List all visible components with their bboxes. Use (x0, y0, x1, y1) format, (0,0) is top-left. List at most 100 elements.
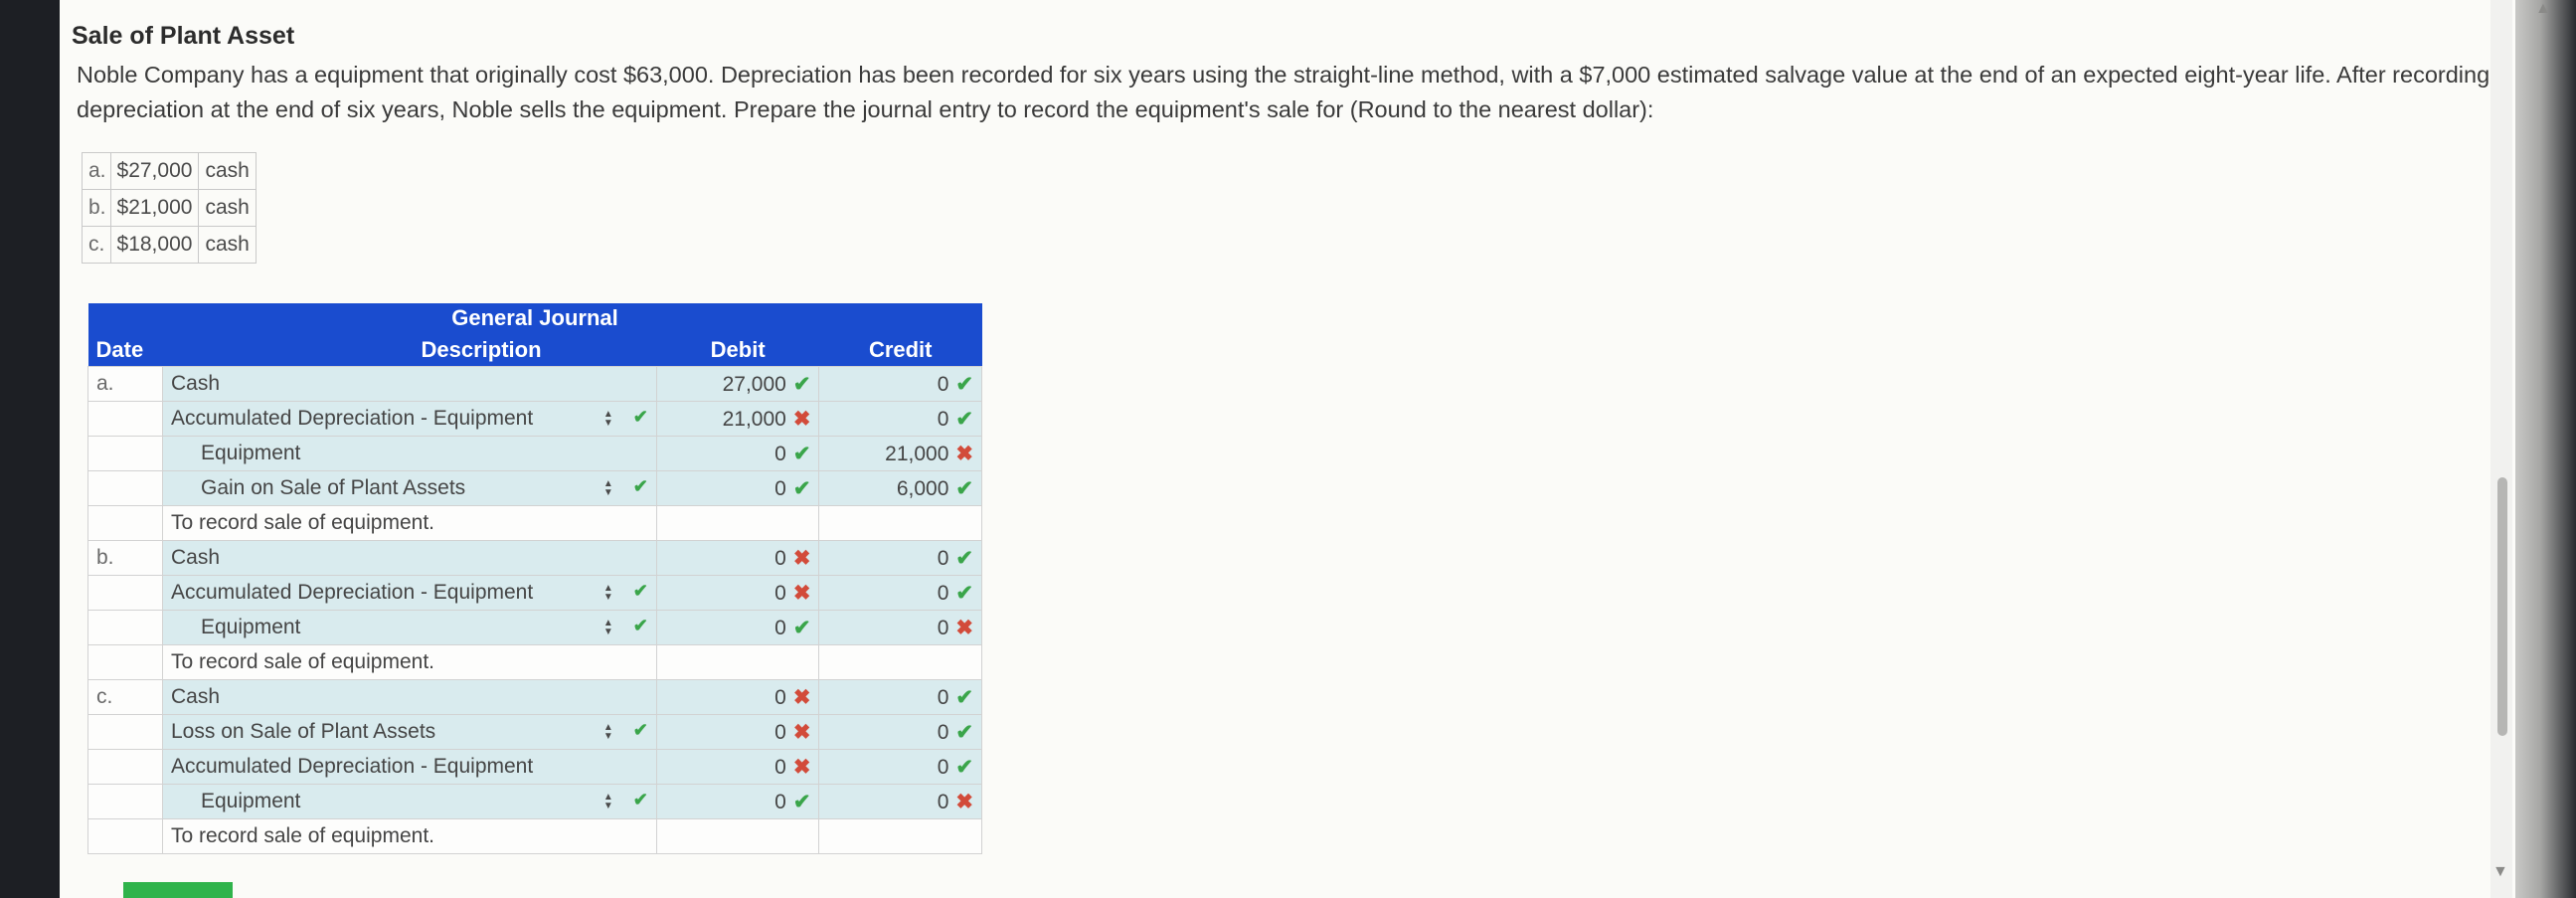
option-row: a. $27,000 cash (82, 152, 257, 190)
journal-row: c. Cash 0 ✖ 0 ✔ (87, 679, 982, 715)
account-select[interactable]: Accumulated Depreciation - Equipment (162, 749, 657, 785)
up-down-arrows-icon[interactable]: ▲ ▼ (602, 583, 613, 603)
credit-cell[interactable] (818, 818, 982, 854)
debit-cell[interactable]: 0 ✖ (655, 714, 820, 750)
up-down-arrows-icon[interactable]: ▲ ▼ (603, 478, 613, 497)
check-icon: ✔ (632, 476, 648, 496)
cross-icon: ✖ (792, 685, 811, 709)
credit-cell[interactable]: 6,000 ✔ (818, 470, 982, 506)
account-select[interactable]: ▲ ▼ ✔ Accumulated Depreciation - Equipment (162, 401, 657, 437)
options-table: a. $27,000 cash b. $21,000 cash c. $18,000 cash (82, 152, 257, 264)
check-icon: ✔ (955, 581, 973, 605)
memo-field[interactable]: To record sale of equipment. (162, 818, 657, 854)
account-select[interactable]: Cash (162, 540, 657, 576)
account-controls: ▲ ▼ ✔ (603, 581, 648, 602)
option-amount: $27,000 (109, 152, 200, 190)
journal-row: b. Cash 0 ✖ 0 ✔ (87, 540, 982, 576)
check-icon: ✔ (632, 720, 648, 740)
scrollbar-thumb[interactable] (2497, 477, 2507, 736)
caret-down-icon: ▼ (602, 591, 613, 603)
check-icon: ✔ (632, 790, 648, 809)
account-name: Equipment (201, 616, 301, 638)
debit-cell[interactable]: 21,000 ✖ (655, 401, 820, 437)
check-icon: ✔ (792, 442, 811, 465)
account-select[interactable]: ▲ ▼ ✔ Accumulated Depreciation - Equipment (162, 575, 657, 611)
account-select[interactable]: Cash (162, 679, 657, 715)
account-name: Accumulated Depreciation - Equipment (171, 407, 534, 430)
debit-cell[interactable]: 0 ✖ (655, 749, 820, 785)
account-select[interactable]: ▲ ▼ ✔ Equipment (162, 784, 657, 819)
debit-cell[interactable] (655, 505, 820, 541)
debit-cell[interactable]: 0 ✖ (655, 679, 820, 715)
debit-value: 21,000 (722, 407, 786, 431)
credit-cell[interactable]: 0 ✔ (818, 575, 982, 611)
memo-field[interactable]: To record sale of equipment. (162, 644, 657, 680)
credit-value: 0 (937, 720, 949, 744)
debit-cell[interactable] (655, 644, 820, 680)
submit-button[interactable] (123, 882, 233, 898)
account-name: Equipment (201, 790, 301, 812)
journal-row: Accumulated Depreciation - Equipment 0 ✖ 0 ✔ (87, 749, 982, 785)
debit-value: 0 (774, 755, 786, 779)
scroll-down-icon[interactable]: ▼ (2492, 863, 2508, 881)
credit-cell[interactable]: 0 ✖ (818, 610, 982, 645)
check-icon: ✔ (955, 755, 973, 779)
debit-value: 0 (774, 546, 786, 570)
debit-cell[interactable]: 0 ✖ (655, 540, 820, 576)
credit-cell[interactable]: 0 ✔ (818, 540, 982, 576)
up-down-arrows-icon[interactable]: ▲ ▼ (602, 722, 613, 742)
credit-cell[interactable] (818, 505, 982, 541)
credit-value: 6,000 (896, 476, 949, 500)
caret-down-icon: ▼ (602, 730, 613, 742)
journal-row: a. Cash 27,000 ✔ 0 ✔ (87, 366, 982, 402)
debit-cell[interactable]: 0 ✖ (655, 575, 820, 611)
credit-cell[interactable]: 0 ✖ (818, 784, 982, 819)
col-debit-header: Debit (656, 333, 819, 367)
credit-cell[interactable]: 21,000 ✖ (818, 436, 982, 471)
check-icon: ✔ (632, 581, 648, 601)
credit-cell[interactable]: 0 ✔ (818, 366, 982, 402)
option-letter: a. (82, 152, 111, 190)
debit-cell[interactable]: 0 ✔ (655, 784, 820, 819)
row-date (87, 784, 163, 819)
row-date (87, 505, 163, 541)
debit-value: 27,000 (722, 372, 786, 396)
account-name: Accumulated Depreciation - Equipment (171, 581, 534, 604)
account-select[interactable]: ▲ ▼ ✔ Loss on Sale of Plant Assets (162, 714, 657, 750)
account-select[interactable]: ▲ ▼ ✔ Equipment (162, 610, 657, 645)
scroll-up-icon[interactable]: ▲ (2535, 0, 2551, 18)
cross-icon: ✖ (792, 581, 811, 605)
check-icon: ✔ (632, 616, 648, 635)
credit-cell[interactable]: 0 ✔ (818, 679, 982, 715)
row-date (87, 610, 163, 645)
account-select[interactable]: Equipment (162, 436, 657, 471)
credit-cell[interactable] (818, 644, 982, 680)
debit-cell[interactable]: 0 ✔ (655, 436, 820, 471)
debit-cell[interactable] (655, 818, 820, 854)
debit-cell[interactable]: 27,000 ✔ (655, 366, 820, 402)
check-icon: ✔ (792, 616, 811, 639)
memo-field[interactable]: To record sale of equipment. (162, 505, 657, 541)
credit-cell[interactable]: 0 ✔ (818, 749, 982, 785)
row-date (87, 818, 163, 854)
up-down-arrows-icon[interactable]: ▲ ▼ (603, 792, 613, 810)
account-select[interactable]: Cash (162, 366, 657, 402)
account-select[interactable]: ▲ ▼ ✔ Gain on Sale of Plant Assets (162, 470, 657, 506)
caret-down-icon: ▼ (602, 626, 613, 637)
credit-value: 0 (937, 546, 949, 570)
journal-row: ▲ ▼ ✔ Equipment 0 ✔ 0 ✖ (87, 784, 982, 819)
scrollbar-track[interactable] (2490, 0, 2512, 898)
credit-cell[interactable]: 0 ✔ (818, 714, 982, 750)
check-icon: ✔ (792, 476, 811, 500)
check-icon: ✔ (632, 407, 648, 427)
cross-icon: ✖ (792, 720, 811, 744)
up-down-arrows-icon[interactable]: ▲ ▼ (602, 618, 613, 637)
debit-cell[interactable]: 0 ✔ (655, 610, 820, 645)
up-down-arrows-icon[interactable]: ▲ ▼ (603, 409, 613, 428)
credit-cell[interactable]: 0 ✔ (818, 401, 982, 437)
cross-icon: ✖ (955, 442, 973, 465)
row-date (87, 470, 163, 506)
debit-cell[interactable]: 0 ✔ (655, 470, 820, 506)
account-name: Accumulated Depreciation - Equipment (171, 755, 534, 778)
account-name: Loss on Sale of Plant Assets (171, 720, 436, 743)
